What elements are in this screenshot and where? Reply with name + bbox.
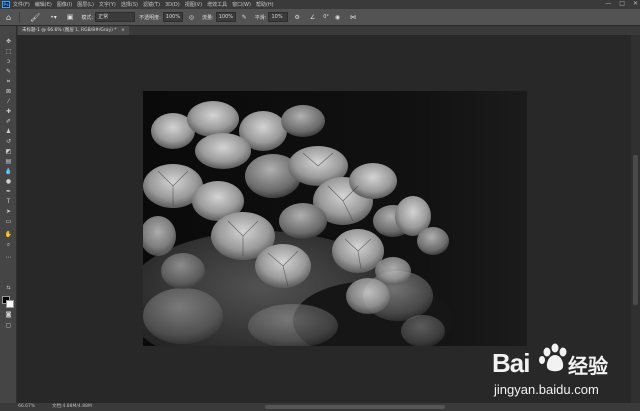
horizontal-scrollbar[interactable] [265, 405, 445, 409]
menu-type[interactable]: 文字(Y) [99, 1, 116, 8]
window-controls: — □ ✕ [605, 0, 638, 7]
opacity-label: 不透明度: [139, 14, 161, 21]
zoom-level[interactable]: 66.67% [18, 403, 35, 411]
close-tab-icon[interactable]: × [121, 28, 125, 33]
dodge-icon[interactable]: ● [4, 178, 13, 186]
document-tab[interactable]: 未标题-1 @ 66.6% (图层 1, RGB/8#/Gray) * × [18, 26, 129, 35]
menu-file[interactable]: 文件(F) [13, 1, 30, 8]
pressure-opacity-icon[interactable]: ◎ [189, 14, 194, 21]
document-tab-label: 未标题-1 @ 66.6% (图层 1, RGB/8#/Gray) * [22, 28, 117, 33]
tools-panel: ✥ ⬚ ↄ ✎ ⌗ ⊠ ⁄ ✚ ✐ ♟ ↺ ◩ ▤ 💧 ● ✒ T ➤ ▭ ✋ … [0, 26, 17, 403]
menu-help[interactable]: 帮助(H) [256, 1, 274, 8]
more-tools-icon[interactable]: ⋯ [4, 254, 13, 262]
menu-layer[interactable]: 图层(L) [77, 1, 94, 8]
divider [19, 11, 21, 23]
quick-mask-icon[interactable]: ◙ [4, 311, 13, 319]
opacity-field[interactable]: 100% [162, 12, 183, 22]
maximize-button[interactable]: □ [619, 0, 625, 7]
move-icon[interactable]: ✥ [4, 38, 13, 46]
history-brush-icon[interactable]: ↺ [4, 138, 13, 146]
mode-label: 模式: [81, 14, 94, 21]
smoothing-label: 平滑: [254, 14, 267, 21]
baidu-paw-icon [539, 343, 567, 372]
menu-select[interactable]: 选择(S) [121, 1, 138, 8]
angle-icon[interactable]: ∠ [310, 14, 315, 21]
vertical-scrollbar-thumb[interactable] [633, 155, 638, 305]
airbrush-icon[interactable]: ✎ [242, 14, 247, 21]
menu-filter[interactable]: 滤镜(T) [143, 1, 160, 8]
document-tab-bar: 未标题-1 @ 66.6% (图层 1, RGB/8#/Gray) * × [17, 26, 640, 35]
home-icon[interactable]: ⌂ [6, 13, 11, 22]
hydrangea-photo [143, 91, 527, 346]
pen-icon[interactable]: ✒ [4, 188, 13, 196]
document-canvas[interactable] [143, 91, 527, 346]
zoom-icon[interactable]: ⌕ [4, 241, 13, 249]
close-window-button[interactable]: ✕ [633, 0, 638, 7]
menu-window[interactable]: 窗口(W) [232, 1, 251, 8]
angle-field[interactable]: 0° [323, 14, 329, 20]
brush-size-icon[interactable]: •▾ [50, 14, 57, 21]
eraser-icon[interactable]: ◩ [4, 148, 13, 156]
flow-field[interactable]: 100% [215, 12, 236, 22]
brush-preset-icon[interactable]: 🖌 [30, 13, 40, 22]
menu-bar: Ps 文件(F) 编辑(E) 图像(I) 图层(L) 文字(Y) 选择(S) 滤… [0, 0, 640, 9]
marquee-icon[interactable]: ⬚ [4, 48, 13, 56]
path-select-icon[interactable]: ➤ [4, 208, 13, 216]
pressure-size-icon[interactable]: ◉ [335, 14, 340, 21]
minimize-button[interactable]: — [605, 0, 611, 7]
clone-stamp-icon[interactable]: ♟ [4, 128, 13, 136]
swap-colors-icon[interactable]: ⇆ [4, 284, 13, 292]
type-icon[interactable]: T [4, 198, 13, 206]
smoothing-field[interactable]: 10% [268, 12, 289, 22]
screen-mode-icon[interactable]: ▢ [4, 322, 13, 330]
baidu-jingyan-watermark: Bai 经验 jingyan.baidu.com [488, 338, 616, 406]
eyedropper-icon[interactable]: ⁄ [4, 98, 13, 106]
brush-settings-icon[interactable]: ▣ [67, 13, 74, 21]
menu-image[interactable]: 图像(I) [57, 1, 72, 8]
healing-brush-icon[interactable]: ✚ [4, 108, 13, 116]
menu-3d[interactable]: 3D(D) [165, 2, 180, 8]
options-bar: ⌂ 🖌 •▾ ▣ 模式: 正常 不透明度: 100% ◎ 流量: 100% ✎ … [0, 9, 640, 26]
lasso-icon[interactable]: ↄ [4, 58, 13, 66]
document-info[interactable]: 文档:4.88M/4.88M [52, 403, 92, 411]
menu-plugins[interactable]: 增效工具 [207, 1, 227, 8]
shape-icon[interactable]: ▭ [4, 218, 13, 226]
vertical-scrollbar[interactable] [631, 35, 640, 403]
gear-icon[interactable]: ⚙ [294, 14, 299, 21]
watermark-brand-cn: 经验 [568, 354, 608, 378]
menu-edit[interactable]: 编辑(E) [35, 1, 52, 8]
gradient-icon[interactable]: ▤ [4, 158, 13, 166]
crop-icon[interactable]: ⌗ [4, 78, 13, 86]
watermark-brand: Bai [492, 348, 530, 378]
quick-select-icon[interactable]: ✎ [4, 68, 13, 76]
brush-icon[interactable]: ✐ [4, 118, 13, 126]
background-color-swatch[interactable] [6, 300, 14, 308]
symmetry-icon[interactable]: ⋈ [350, 14, 356, 21]
photoshop-logo-icon: Ps [2, 1, 10, 8]
flow-label: 流量: [202, 14, 214, 21]
frame-icon[interactable]: ⊠ [4, 88, 13, 96]
blur-icon[interactable]: 💧 [4, 168, 13, 176]
menu-view[interactable]: 视图(V) [185, 1, 202, 8]
mode-select[interactable]: 正常 [95, 12, 136, 22]
watermark-url: jingyan.baidu.com [494, 382, 599, 397]
hand-icon[interactable]: ✋ [4, 231, 13, 239]
